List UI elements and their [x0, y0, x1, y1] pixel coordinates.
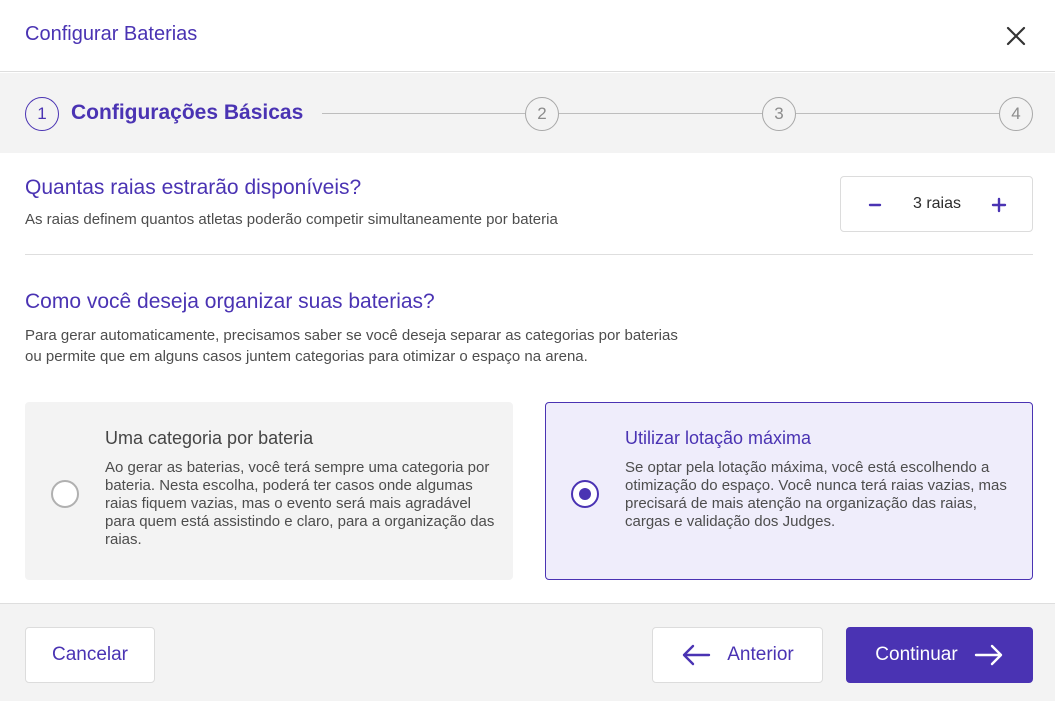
option-card-one-category[interactable]: Uma categoria por bateria Ao gerar as ba… — [25, 402, 513, 580]
organization-description: Para gerar automaticamente, precisamos s… — [25, 325, 845, 367]
lanes-value: 3 raias — [912, 195, 962, 212]
option-title: Uma categoria por bateria — [105, 428, 314, 448]
arrow-right-icon — [974, 644, 1002, 666]
option-title: Utilizar lotação máxima — [625, 428, 812, 448]
organization-description-line-1: Para gerar automaticamente, precisamos s… — [25, 327, 678, 344]
decrement-button[interactable] — [859, 189, 891, 221]
plus-icon — [991, 197, 1007, 213]
organization-description-line-2: ou permite que em alguns casos juntem ca… — [25, 348, 588, 365]
step-connector — [559, 113, 762, 114]
option-card-max-capacity[interactable]: Utilizar lotação máxima Se optar pela lo… — [545, 402, 1033, 580]
step-1-label: Configurações Básicas — [71, 101, 304, 124]
step-3-indicator[interactable]: 3 — [762, 97, 796, 131]
minus-icon — [868, 203, 882, 207]
arrow-left-icon — [683, 644, 711, 666]
lanes-question: Quantas raias estrarão disponíveis? — [25, 176, 362, 199]
lanes-stepper: 3 raias — [840, 176, 1033, 232]
close-button[interactable] — [1000, 20, 1032, 52]
dialog-footer: Cancelar Anterior Continuar — [0, 603, 1055, 701]
option-description: Ao gerar as baterias, você terá sempre u… — [105, 459, 495, 548]
lanes-description: As raias definem quantos atletas poderão… — [25, 211, 558, 228]
wizard-stepper: 1 Configurações Básicas 2 3 4 — [0, 73, 1055, 153]
dialog-header: Configurar Baterias — [0, 0, 1055, 72]
organization-question: Como você deseja organizar suas baterias… — [25, 290, 435, 313]
radio-one-category[interactable] — [51, 480, 79, 508]
continue-label: Continuar — [875, 644, 958, 665]
radio-max-capacity[interactable] — [571, 480, 599, 508]
cancel-button[interactable]: Cancelar — [25, 627, 155, 683]
step-1-indicator[interactable]: 1 — [25, 97, 59, 131]
previous-button[interactable]: Anterior — [652, 627, 823, 683]
increment-button[interactable] — [983, 189, 1015, 221]
section-divider — [25, 254, 1033, 255]
previous-label: Anterior — [727, 644, 794, 665]
cancel-label: Cancelar — [51, 644, 129, 665]
continue-button[interactable]: Continuar — [846, 627, 1033, 683]
close-icon — [1006, 26, 1026, 46]
step-connector — [322, 113, 525, 114]
step-4-indicator[interactable]: 4 — [999, 97, 1033, 131]
option-description: Se optar pela lotação máxima, você está … — [625, 459, 1007, 530]
step-connector — [796, 113, 999, 114]
step-2-indicator[interactable]: 2 — [525, 97, 559, 131]
dialog-title: Configurar Baterias — [25, 23, 198, 45]
